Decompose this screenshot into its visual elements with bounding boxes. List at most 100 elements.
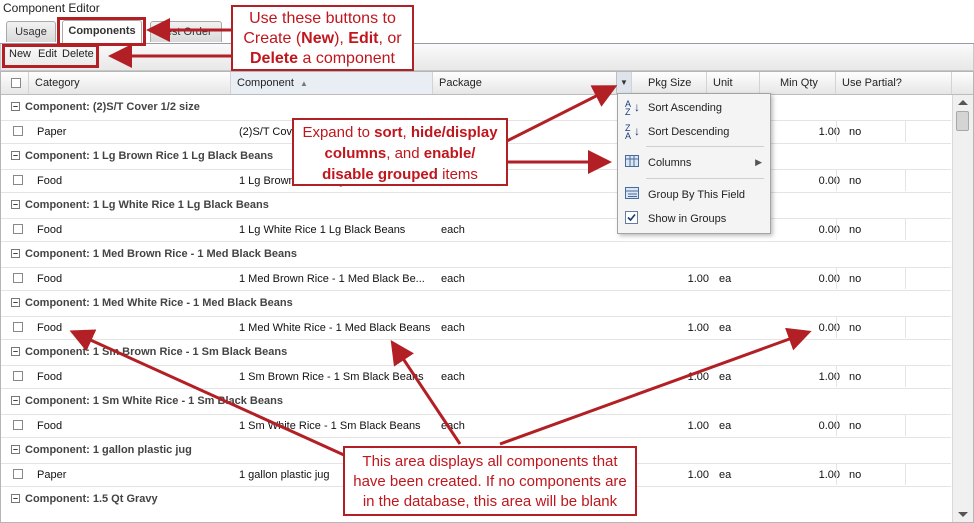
row-checkbox[interactable]	[13, 126, 23, 136]
cell-package: each	[441, 322, 465, 334]
group-header[interactable]: – Component: 1 Sm White Rice - 1 Sm Black…	[1, 392, 951, 412]
column-header-component[interactable]: Component ▲	[231, 72, 433, 94]
row-checkbox[interactable]	[13, 322, 23, 332]
cell-border	[836, 121, 906, 142]
cell-component: 1 Sm Brown Rice - 1 Sm Black Beans	[239, 371, 424, 383]
checkbox-checked-icon	[625, 211, 640, 226]
column-header-category[interactable]: Category	[29, 72, 231, 94]
cell-unit: ea	[719, 469, 732, 481]
tab-usage[interactable]: Usage	[6, 21, 56, 42]
group-title: Component: 1 Med Brown Rice - 1 Med Blac…	[25, 248, 297, 260]
cell-unit: ea	[719, 420, 732, 432]
columns-icon	[625, 155, 640, 170]
group-header[interactable]: – Component: 1 Med Brown Rice - 1 Med Bla…	[1, 245, 951, 265]
cell-component: 1 Med White Rice - 1 Med Black Beans	[239, 322, 431, 334]
menu-item-group-by[interactable]: Group By This Field	[618, 184, 770, 206]
select-all-checkbox[interactable]	[11, 78, 21, 88]
callout-text: Create (	[243, 30, 302, 47]
menu-item-sort-descending[interactable]: Z A ↓ Sort Descending	[618, 121, 770, 143]
collapse-group-icon[interactable]: –	[11, 151, 20, 160]
cell-component: 1 Lg White Rice 1 Lg Black Beans	[239, 224, 406, 236]
cell-package: each	[441, 273, 465, 285]
table-row[interactable]: Food 1 Med Brown Rice - 1 Med Black Be...…	[1, 267, 951, 291]
cell-unit: ea	[719, 322, 732, 334]
group-title: Component: 1.5 Qt Gravy	[25, 493, 158, 505]
callout-text: This area displays all components that	[362, 453, 618, 470]
callout-emphasis: Delete	[250, 50, 299, 67]
collapse-group-icon[interactable]: –	[11, 249, 20, 258]
cell-pkg-size: 1.00	[687, 469, 709, 481]
menu-item-sort-ascending[interactable]: A Z ↓ Sort Ascending	[618, 97, 770, 119]
collapse-group-icon[interactable]: –	[11, 102, 20, 111]
collapse-group-icon[interactable]: –	[11, 445, 20, 454]
table-row[interactable]: Food 1 Med White Rice - 1 Med Black Beans…	[1, 316, 951, 340]
group-title: Component: 1 Lg Brown Rice 1 Lg Black Be…	[25, 150, 274, 162]
column-header-min-qty[interactable]: Min Qty	[760, 72, 836, 94]
callout-text: items	[437, 166, 478, 183]
row-checkbox[interactable]	[13, 469, 23, 479]
menu-item-label: Show in Groups	[648, 213, 727, 225]
row-checkbox[interactable]	[13, 371, 23, 381]
cell-unit: ea	[719, 273, 732, 285]
collapse-group-icon[interactable]: –	[11, 200, 20, 209]
column-header-unit[interactable]: Unit	[707, 72, 760, 94]
components-tab-highlight	[57, 17, 146, 46]
table-row[interactable]: Food 1 Sm Brown Rice - 1 Sm Black Beans ea…	[1, 365, 951, 389]
column-header-pkg-size[interactable]: Pkg Size	[632, 72, 707, 94]
cell-border	[836, 268, 906, 289]
scroll-up-icon[interactable]	[958, 100, 968, 105]
group-title: Component: 1 Sm Brown Rice - 1 Sm Black …	[25, 346, 288, 358]
cell-pkg-size: 1.00	[687, 420, 709, 432]
collapse-group-icon[interactable]: –	[11, 494, 20, 503]
callout-text: , and	[386, 145, 424, 162]
sort-descending-icon: Z A ↓	[625, 123, 640, 141]
cell-border	[836, 464, 906, 485]
callout-emphasis: columns	[324, 145, 387, 162]
table-row[interactable]: Food 1 Lg White Rice 1 Lg Black Beans each…	[1, 218, 951, 242]
menu-item-label: Sort Descending	[648, 126, 730, 138]
callout-text: a component	[298, 50, 395, 67]
group-header[interactable]: – Component: 1 Lg White Rice 1 Lg Black B…	[1, 196, 951, 216]
cell-category: Paper	[37, 469, 67, 481]
collapse-group-icon[interactable]: –	[11, 298, 20, 307]
scroll-down-icon[interactable]	[958, 512, 968, 517]
cell-border	[836, 170, 906, 191]
column-header-use-partial[interactable]: Use Partial?	[836, 72, 952, 94]
column-header-package[interactable]: Package ▼	[433, 72, 632, 94]
group-header[interactable]: – Component: 1 Sm Brown Rice - 1 Sm Black…	[1, 343, 951, 363]
group-header[interactable]: – Component: 1 Med White Rice - 1 Med Bla…	[1, 294, 951, 314]
row-checkbox[interactable]	[13, 273, 23, 283]
cell-category: Food	[37, 224, 63, 236]
scroll-thumb[interactable]	[956, 111, 969, 131]
tab-test-order[interactable]: Test Order	[150, 21, 222, 42]
column-header-component-label: Component	[237, 77, 294, 89]
cell-border	[836, 415, 906, 436]
cell-package: each	[441, 224, 465, 236]
window-title: Component Editor	[3, 1, 100, 15]
cell-component: 1 Med Brown Rice - 1 Med Black Be...	[239, 273, 425, 285]
group-header[interactable]: – Component: (2)S/T Cover 1/2 size	[1, 98, 951, 118]
callout-text: in the database, this area will be blank	[362, 493, 618, 510]
row-checkbox[interactable]	[13, 420, 23, 430]
cell-pkg-size: 1.00	[687, 322, 709, 334]
cell-component: 1 gallon plastic jug	[239, 469, 330, 481]
column-menu-trigger[interactable]: ▼	[616, 72, 631, 94]
row-checkbox[interactable]	[13, 224, 23, 234]
callout-emphasis: sort	[374, 124, 403, 141]
cell-package: each	[441, 420, 465, 432]
sort-ascending-indicator-icon: ▲	[299, 79, 308, 88]
table-row[interactable]: Food 1 Sm White Rice - 1 Sm Black Beans ea…	[1, 414, 951, 438]
group-title: Component: 1 gallon plastic jug	[25, 444, 192, 456]
menu-item-show-in-groups[interactable]: Show in Groups	[618, 208, 770, 230]
cell-pkg-size: 1.00	[687, 273, 709, 285]
cell-category: Food	[37, 175, 63, 187]
callout-emphasis: New	[301, 30, 335, 47]
collapse-group-icon[interactable]: –	[11, 396, 20, 405]
group-title: Component: 1 Sm White Rice - 1 Sm Black …	[25, 395, 283, 407]
collapse-group-icon[interactable]: –	[11, 347, 20, 356]
group-title: Component: 1 Med White Rice - 1 Med Blac…	[25, 297, 293, 309]
row-checkbox[interactable]	[13, 175, 23, 185]
menu-item-columns[interactable]: Columns ▶	[618, 152, 770, 174]
cell-category: Food	[37, 322, 63, 334]
vertical-scrollbar[interactable]	[952, 95, 973, 522]
